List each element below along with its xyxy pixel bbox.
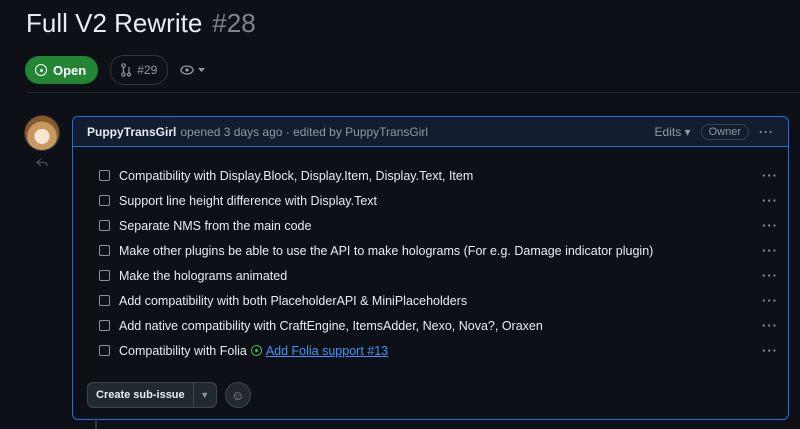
task-options-icon[interactable]: ···: [762, 168, 778, 183]
issue-meta-row: Open #29: [25, 55, 206, 85]
issue-opened-icon: [35, 64, 47, 76]
reply-icon[interactable]: [36, 156, 48, 171]
task-item: Make other plugins be able to use the AP…: [73, 238, 788, 263]
task-options-icon[interactable]: ···: [762, 293, 778, 308]
issue-body-comment: PuppyTransGirl opened 3 days ago · edite…: [72, 116, 789, 420]
pull-request-icon: [121, 63, 132, 77]
task-item: Compatibility with Display.Block, Displa…: [73, 163, 788, 188]
task-checkbox[interactable]: [99, 245, 110, 256]
state-label: Open: [53, 62, 87, 78]
comment-footer: Create sub-issue ▼ ☺: [87, 382, 251, 408]
task-label: Add compatibility with both PlaceholderA…: [119, 293, 468, 308]
task-label: Make other plugins be able to use the AP…: [119, 243, 654, 258]
eye-icon: [180, 65, 194, 75]
task-label: Support line height difference with Disp…: [119, 193, 378, 208]
task-label: Make the holograms animated: [119, 268, 288, 283]
create-sub-issue-caret-icon[interactable]: ▼: [194, 383, 216, 407]
comment-author[interactable]: PuppyTransGirl: [87, 125, 176, 139]
comment-options-icon[interactable]: ···: [759, 125, 774, 139]
task-label: Separate NMS from the main code: [119, 218, 312, 233]
owner-badge: Owner: [700, 123, 749, 140]
task-options-icon[interactable]: ···: [762, 318, 778, 333]
issue-number: #28: [212, 8, 256, 38]
comment-header: PuppyTransGirl opened 3 days ago · edite…: [73, 117, 788, 147]
task-item: Separate NMS from the main code ···: [73, 213, 788, 238]
issue-title: Full V2 Rewrite: [26, 8, 203, 38]
comment-meta: opened 3 days ago · edited by PuppyTrans…: [180, 124, 429, 139]
task-list: Compatibility with Display.Block, Displa…: [73, 163, 788, 363]
task-label: Compatibility with Folia: [119, 343, 247, 358]
add-reaction-smiley-icon[interactable]: ☺: [224, 382, 251, 408]
task-options-icon[interactable]: ···: [762, 243, 778, 258]
task-options-icon[interactable]: ···: [762, 268, 778, 283]
issue-title-row: Full V2 Rewrite #28: [26, 8, 256, 44]
task-checkbox[interactable]: [99, 270, 110, 281]
task-label: Compatibility with Display.Block, Displa…: [119, 168, 474, 183]
task-checkbox[interactable]: [99, 295, 110, 306]
task-options-icon[interactable]: ···: [762, 343, 778, 358]
create-sub-issue-group: Create sub-issue ▼: [87, 382, 217, 408]
state-badge: Open: [25, 56, 99, 84]
task-options-icon[interactable]: ···: [762, 218, 778, 233]
linked-issue-ref: Add Folia support #13: [250, 344, 388, 358]
watch-dropdown[interactable]: [180, 65, 206, 75]
timeline-line: [95, 418, 97, 429]
linked-pr-number: #29: [137, 63, 158, 77]
author-avatar[interactable]: [24, 115, 60, 151]
create-sub-issue-button[interactable]: Create sub-issue: [88, 383, 194, 407]
issue-opened-icon: [250, 345, 262, 356]
task-item: Add native compatibility with CraftEngin…: [73, 313, 788, 338]
task-checkbox[interactable]: [99, 345, 110, 356]
caret-down-icon: [198, 67, 206, 72]
edits-dropdown[interactable]: Edits ▾: [655, 125, 691, 139]
comment-header-actions: Edits ▾ Owner ···: [655, 123, 774, 140]
linked-pr-button[interactable]: #29: [110, 55, 169, 85]
task-checkbox[interactable]: [99, 195, 110, 206]
task-item: Compatibility with Folia Add Folia suppor…: [73, 338, 788, 363]
linked-issue-link[interactable]: Add Folia support #13: [266, 344, 388, 358]
task-item: Make the holograms animated ···: [73, 263, 788, 288]
task-item: Support line height difference with Disp…: [73, 188, 788, 213]
task-checkbox[interactable]: [99, 170, 110, 181]
task-label: Add native compatibility with CraftEngin…: [119, 318, 543, 333]
task-checkbox[interactable]: [99, 220, 110, 231]
task-options-icon[interactable]: ···: [762, 193, 778, 208]
issue-page: Full V2 Rewrite #28 Open #29 PuppyTransG…: [0, 0, 800, 429]
header-divider: [26, 92, 800, 93]
task-item: Add compatibility with both PlaceholderA…: [73, 288, 788, 313]
task-checkbox[interactable]: [99, 320, 110, 331]
